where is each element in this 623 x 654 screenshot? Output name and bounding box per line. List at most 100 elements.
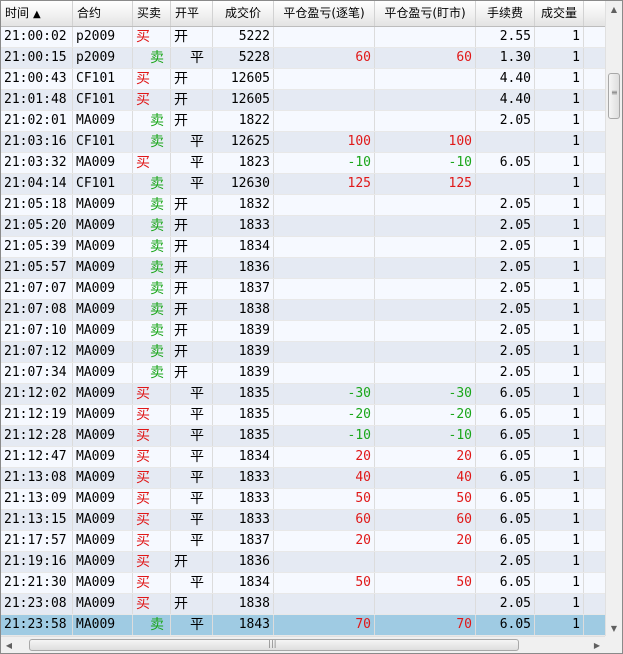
table-row[interactable]: 21:02:01 MA009 卖开 1822 2.05 1 <box>1 111 605 132</box>
table-row[interactable]: 21:05:57 MA009 卖开 1836 2.05 1 <box>1 258 605 279</box>
horizontal-scroll-thumb[interactable]: ||| <box>29 639 520 651</box>
cell-fee: 2.05 <box>476 321 535 341</box>
cell-contract: MA009 <box>73 321 133 341</box>
cell-oc: 平 <box>171 426 213 446</box>
table-row[interactable]: 21:05:20 MA009 卖开 1833 2.05 1 <box>1 216 605 237</box>
cell-pnl_trade <box>274 342 375 362</box>
table-row[interactable]: 21:23:08 MA009 买开 1838 2.05 1 <box>1 594 605 615</box>
scroll-left-arrow-icon[interactable]: ◀ <box>1 637 17 653</box>
cell-price: 1822 <box>213 111 274 131</box>
cell-pnl_mtm <box>375 258 476 278</box>
cell-pnl_mtm: -10 <box>375 153 476 173</box>
grip-icon: ||| <box>268 639 277 648</box>
table-row[interactable]: 21:13:08 MA009 买平 1833 40 40 6.05 1 <box>1 468 605 489</box>
table-row[interactable]: 21:01:48 CF101 买开 12605 4.40 1 <box>1 90 605 111</box>
cell-time: 21:07:12 <box>1 342 73 362</box>
table-row[interactable]: 21:13:15 MA009 买平 1833 60 60 6.05 1 <box>1 510 605 531</box>
cell-qty: 1 <box>535 363 584 383</box>
table-row[interactable]: 21:12:28 MA009 买平 1835 -10 -10 6.05 1 <box>1 426 605 447</box>
column-header-price[interactable]: 成交价 <box>213 1 274 26</box>
cell-contract: MA009 <box>73 405 133 425</box>
column-header-oc[interactable]: 开平 <box>171 1 213 26</box>
cell-time: 21:05:39 <box>1 237 73 257</box>
cell-fee: 2.05 <box>476 552 535 572</box>
cell-oc: 开 <box>171 69 213 89</box>
table-row[interactable]: 21:05:18 MA009 卖开 1832 2.05 1 <box>1 195 605 216</box>
cell-qty: 1 <box>535 48 584 68</box>
vertical-scroll-thumb[interactable]: ≡ <box>608 72 620 119</box>
table-row[interactable]: 21:00:02 p2009 买开 5222 2.55 1 <box>1 27 605 48</box>
cell-pnl_mtm <box>375 300 476 320</box>
cell-fee: 6.05 <box>476 489 535 509</box>
cell-qty: 1 <box>535 153 584 173</box>
cell-pnl_mtm: 20 <box>375 447 476 467</box>
column-header-fee[interactable]: 手续费 <box>476 1 535 26</box>
cell-qty: 1 <box>535 384 584 404</box>
cell-contract: MA009 <box>73 153 133 173</box>
cell-fee: 1.30 <box>476 48 535 68</box>
cell-contract: MA009 <box>73 531 133 551</box>
table-row[interactable]: 21:05:39 MA009 卖开 1834 2.05 1 <box>1 237 605 258</box>
table-row[interactable]: 21:00:43 CF101 买开 12605 4.40 1 <box>1 69 605 90</box>
table-row[interactable]: 21:03:32 MA009 买平 1823 -10 -10 6.05 1 <box>1 153 605 174</box>
cell-price: 5222 <box>213 27 274 47</box>
column-header-contract[interactable]: 合约 <box>73 1 133 26</box>
cell-pnl_mtm <box>375 27 476 47</box>
cell-price: 1835 <box>213 405 274 425</box>
cell-time: 21:19:16 <box>1 552 73 572</box>
table-row[interactable]: 21:12:47 MA009 买平 1834 20 20 6.05 1 <box>1 447 605 468</box>
cell-oc: 平 <box>171 510 213 530</box>
cell-price: 1837 <box>213 531 274 551</box>
cell-side: 卖 <box>133 174 171 194</box>
table-row[interactable]: 21:13:09 MA009 买平 1833 50 50 6.05 1 <box>1 489 605 510</box>
table-row[interactable]: 21:03:16 CF101 卖平 12625 100 100 1 <box>1 132 605 153</box>
cell-side: 买 <box>133 153 171 173</box>
scroll-down-arrow-icon[interactable]: ▼ <box>606 620 622 636</box>
cell-qty: 1 <box>535 426 584 446</box>
cell-time: 21:05:18 <box>1 195 73 215</box>
column-header-time[interactable]: 时间 ▲ <box>1 1 73 26</box>
table-row[interactable]: 21:07:07 MA009 卖开 1837 2.05 1 <box>1 279 605 300</box>
table-row[interactable]: 21:17:57 MA009 买平 1837 20 20 6.05 1 <box>1 531 605 552</box>
cell-contract: p2009 <box>73 48 133 68</box>
table-row[interactable]: 21:07:10 MA009 卖开 1839 2.05 1 <box>1 321 605 342</box>
cell-contract: MA009 <box>73 426 133 446</box>
column-header-side[interactable]: 买卖 <box>133 1 171 26</box>
column-header-qty[interactable]: 成交量 <box>535 1 584 26</box>
cell-contract: MA009 <box>73 552 133 572</box>
cell-pnl_trade: 40 <box>274 468 375 488</box>
cell-contract: CF101 <box>73 90 133 110</box>
cell-pnl_mtm <box>375 279 476 299</box>
scroll-up-arrow-icon[interactable]: ▲ <box>606 1 622 17</box>
cell-pnl_mtm <box>375 552 476 572</box>
cell-pnl_trade: 70 <box>274 615 375 635</box>
table-row[interactable]: 21:12:02 MA009 买平 1835 -30 -30 6.05 1 <box>1 384 605 405</box>
cell-qty: 1 <box>535 279 584 299</box>
table-row[interactable]: 21:07:08 MA009 卖开 1838 2.05 1 <box>1 300 605 321</box>
horizontal-scrollbar[interactable]: ◀ ||| ▶ <box>1 636 605 653</box>
cell-side: 卖 <box>133 258 171 278</box>
table-row[interactable]: 21:19:16 MA009 买开 1836 2.05 1 <box>1 552 605 573</box>
cell-price: 1835 <box>213 426 274 446</box>
cell-time: 21:03:32 <box>1 153 73 173</box>
cell-pnl_mtm: 125 <box>375 174 476 194</box>
table-row[interactable]: 21:07:34 MA009 卖开 1839 2.05 1 <box>1 363 605 384</box>
table-row[interactable]: 21:12:19 MA009 买平 1835 -20 -20 6.05 1 <box>1 405 605 426</box>
cell-pnl_trade <box>274 300 375 320</box>
column-header-pnl_mtm[interactable]: 平仓盈亏(盯市) <box>375 1 476 26</box>
cell-time: 21:23:58 <box>1 615 73 635</box>
scroll-right-arrow-icon[interactable]: ▶ <box>589 637 605 653</box>
table-row[interactable]: 21:21:30 MA009 买平 1834 50 50 6.05 1 <box>1 573 605 594</box>
cell-qty: 1 <box>535 111 584 131</box>
cell-pnl_mtm: 60 <box>375 510 476 530</box>
cell-side: 买 <box>133 90 171 110</box>
table-row[interactable]: 21:23:58 MA009 卖平 1843 70 70 6.05 1 <box>1 615 605 636</box>
column-header-pnl_trade[interactable]: 平仓盈亏(逐笔) <box>274 1 375 26</box>
vertical-scrollbar[interactable]: ▲ ≡ ▼ <box>605 1 622 636</box>
grip-icon: ≡ <box>611 87 618 97</box>
cell-qty: 1 <box>535 489 584 509</box>
table-row[interactable]: 21:04:14 CF101 卖平 12630 125 125 1 <box>1 174 605 195</box>
table-row[interactable]: 21:00:15 p2009 卖平 5228 60 60 1.30 1 <box>1 48 605 69</box>
cell-contract: MA009 <box>73 279 133 299</box>
table-row[interactable]: 21:07:12 MA009 卖开 1839 2.05 1 <box>1 342 605 363</box>
